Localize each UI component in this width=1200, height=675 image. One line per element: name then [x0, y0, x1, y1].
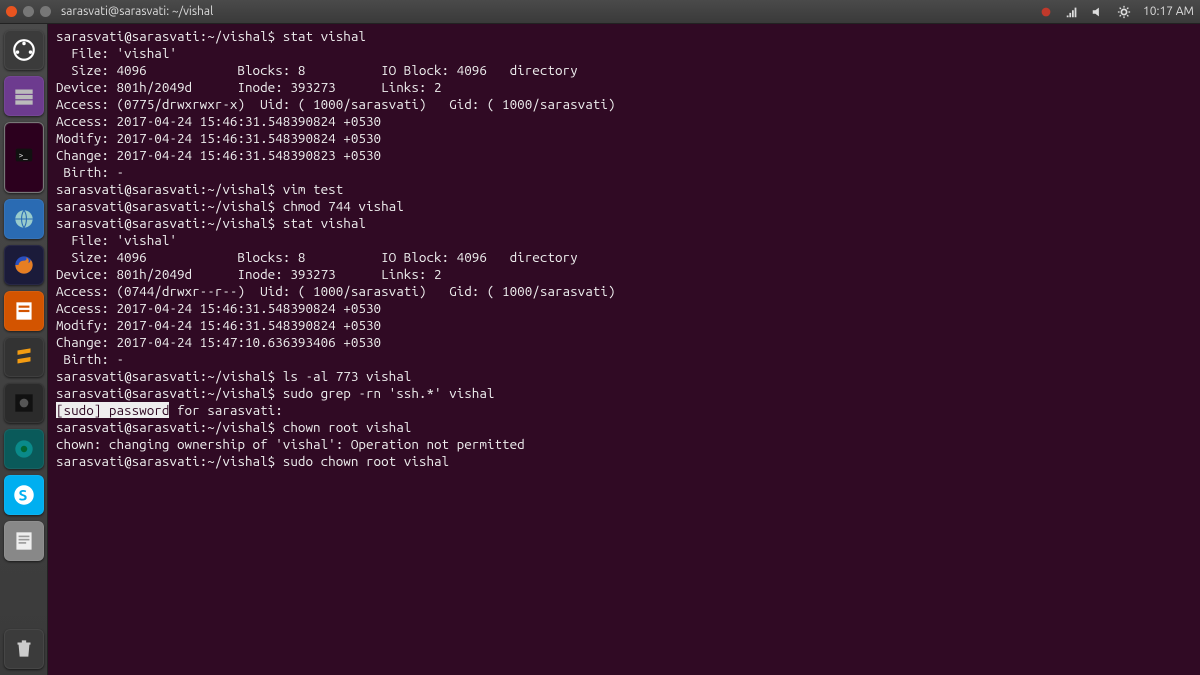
terminal-line: sarasvati@sarasvati:~/vishal$ sudo grep …	[56, 385, 1192, 402]
terminal-line: Access: (0744/drwxr--r--) Uid: ( 1000/sa…	[56, 283, 1192, 300]
terminal-line: Device: 801h/2049d Inode: 393273 Links: …	[56, 266, 1192, 283]
terminal-line: sarasvati@sarasvati:~/vishal$ chmod 744 …	[56, 198, 1192, 215]
terminal-icon[interactable]: >_	[4, 122, 44, 193]
terminal-line: Access: (0775/drwxrwxr-x) Uid: ( 1000/sa…	[56, 96, 1192, 113]
terminal-line: chown: changing ownership of 'vishal': O…	[56, 436, 1192, 453]
terminal-line: sarasvati@sarasvati:~/vishal$ stat visha…	[56, 28, 1192, 45]
terminal-line: Change: 2017-04-24 15:47:10.636393406 +0…	[56, 334, 1192, 351]
window-close-button[interactable]	[6, 6, 17, 17]
terminal-line: Access: 2017-04-24 15:46:31.548390824 +0…	[56, 300, 1192, 317]
window-title: sarasvati@sarasvati: ~/vishal	[61, 5, 213, 18]
notes-icon[interactable]	[4, 521, 44, 561]
browser-icon[interactable]	[4, 199, 44, 239]
terminal-line: sarasvati@sarasvati:~/vishal$ chown root…	[56, 419, 1192, 436]
terminal-line: Device: 801h/2049d Inode: 393273 Links: …	[56, 79, 1192, 96]
gear-icon[interactable]	[1117, 5, 1131, 19]
skype-icon[interactable]: S	[4, 475, 44, 515]
editor-icon[interactable]	[4, 291, 44, 331]
window-maximize-button[interactable]	[40, 6, 51, 17]
terminal-line: File: 'vishal'	[56, 232, 1192, 249]
main-area: >_ S sarasvati@sarasvati:~/vi	[0, 24, 1200, 675]
bug-icon[interactable]	[1039, 5, 1053, 19]
trash-icon[interactable]	[4, 629, 44, 669]
terminal-window[interactable]: sarasvati@sarasvati:~/vishal$ stat visha…	[48, 24, 1200, 675]
terminal-line: sarasvati@sarasvati:~/vishal$ stat visha…	[56, 215, 1192, 232]
terminal-line: Modify: 2017-04-24 15:46:31.548390824 +0…	[56, 317, 1192, 334]
app-dark-icon[interactable]	[4, 383, 44, 423]
terminal-line: Birth: -	[56, 351, 1192, 368]
terminal-line: Change: 2017-04-24 15:46:31.548390823 +0…	[56, 147, 1192, 164]
app-teal-icon[interactable]	[4, 429, 44, 469]
terminal-line: sarasvati@sarasvati:~/vishal$ sudo chown…	[56, 453, 1192, 470]
clock[interactable]: 10:17 AM	[1143, 5, 1194, 18]
svg-text:>_: >_	[18, 150, 28, 160]
menu-bar: sarasvati@sarasvati: ~/vishal 10:17 AM	[0, 0, 1200, 24]
dash-icon[interactable]	[4, 30, 44, 70]
svg-text:S: S	[18, 486, 27, 503]
window-minimize-button[interactable]	[23, 6, 34, 17]
launcher: >_ S	[0, 24, 48, 675]
terminal-text: for sarasvati:	[169, 402, 282, 418]
terminal-line: Size: 4096 Blocks: 8 IO Block: 4096 dire…	[56, 249, 1192, 266]
network-icon[interactable]	[1065, 5, 1079, 19]
terminal-line: Birth: -	[56, 164, 1192, 181]
volume-icon[interactable]	[1091, 5, 1105, 19]
terminal-line: [sudo] password for sarasvati:	[56, 402, 1192, 419]
files-icon[interactable]	[4, 76, 44, 116]
terminal-line: sarasvati@sarasvati:~/vishal$ vim test	[56, 181, 1192, 198]
sublime-icon[interactable]	[4, 337, 44, 377]
system-tray: 10:17 AM	[1039, 5, 1194, 19]
terminal-line: File: 'vishal'	[56, 45, 1192, 62]
terminal-line: sarasvati@sarasvati:~/vishal$ ls -al 773…	[56, 368, 1192, 385]
terminal-line: Access: 2017-04-24 15:46:31.548390824 +0…	[56, 113, 1192, 130]
terminal-line: Size: 4096 Blocks: 8 IO Block: 4096 dire…	[56, 62, 1192, 79]
firefox-icon[interactable]	[4, 245, 44, 285]
window-controls	[6, 6, 51, 17]
terminal-line: Modify: 2017-04-24 15:46:31.548390824 +0…	[56, 130, 1192, 147]
sudo-password-highlight: [sudo] password	[56, 402, 169, 418]
